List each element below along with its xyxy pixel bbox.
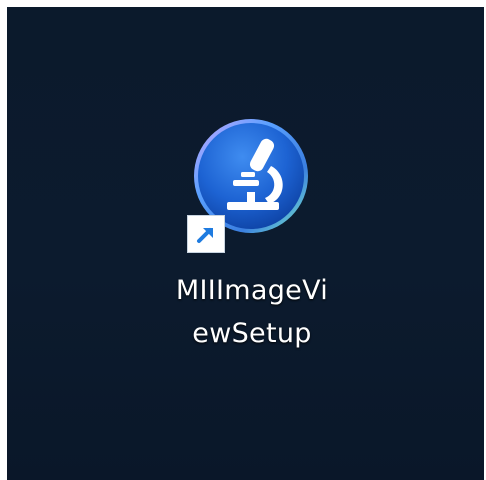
- shortcut-label-line1: MIIImageVi: [175, 275, 329, 306]
- shortcut-arrow-icon: [197, 228, 213, 243]
- shortcut-label-line2: ewSetup: [192, 318, 312, 349]
- desktop-shortcut[interactable]: MIIImageVi ewSetup: [147, 107, 357, 377]
- shortcut-label[interactable]: MIIImageVi ewSetup: [147, 269, 357, 355]
- desktop: MIIImageVi ewSetup: [7, 7, 484, 480]
- shortcut-overlay: [187, 215, 225, 253]
